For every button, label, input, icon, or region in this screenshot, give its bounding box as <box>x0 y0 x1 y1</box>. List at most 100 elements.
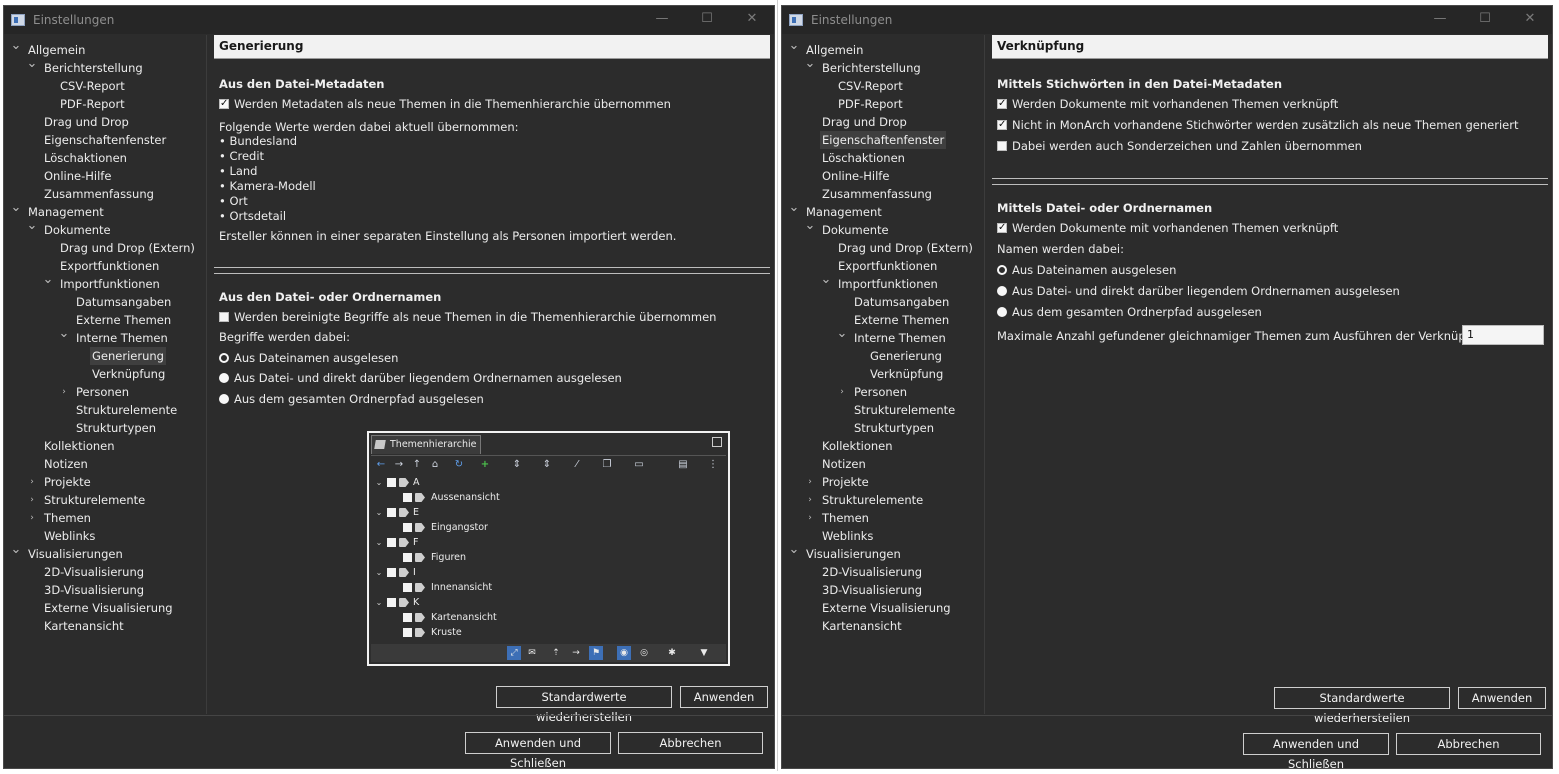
tree-group[interactable]: ⌄ A <box>375 475 575 490</box>
chevron-down-icon[interactable]: ⌄ <box>788 543 800 563</box>
tree-item[interactable]: Drag und Drop (Extern) <box>836 239 975 257</box>
tree-item[interactable]: Personen <box>852 383 909 401</box>
chevron-down-icon[interactable]: ⌄ <box>804 57 816 77</box>
more-icon[interactable]: ⋮ <box>707 458 719 471</box>
cancel-button[interactable]: Abbrechen <box>1396 733 1541 755</box>
tree-item[interactable]: Strukturtypen <box>852 419 936 437</box>
tree-item[interactable]: Personen <box>74 383 131 401</box>
chevron-right-icon[interactable]: › <box>26 491 38 509</box>
filter-mail-icon[interactable]: ✉ <box>525 646 539 660</box>
tree-item[interactable]: Weblinks <box>820 527 875 545</box>
chevron-right-icon[interactable]: › <box>58 383 70 401</box>
metadata-themes-checkbox[interactable]: ✓ <box>219 99 229 109</box>
tree-item[interactable]: Strukturelemente <box>42 491 147 509</box>
tree-icon[interactable]: ⚑ <box>589 646 603 660</box>
pane-divider[interactable] <box>206 35 207 714</box>
minimize-icon[interactable]: — <box>652 11 672 26</box>
chevron-down-icon[interactable]: ⌄ <box>10 543 22 563</box>
tree-item[interactable]: Online-Hilfe <box>42 167 113 185</box>
chevron-down-icon[interactable]: ⌄ <box>788 39 800 59</box>
tree-item[interactable]: 2D-Visualisierung <box>42 563 146 581</box>
checkbox[interactable] <box>403 628 412 637</box>
radio-dateinamen[interactable] <box>219 353 229 363</box>
chevron-down-icon[interactable]: ⌄ <box>10 201 22 221</box>
tree-item[interactable]: Berichterstellung <box>820 59 923 77</box>
close-icon[interactable]: ✕ <box>1520 11 1540 26</box>
tree-item[interactable]: Berichterstellung <box>42 59 145 77</box>
apply-button[interactable]: Anwenden <box>680 686 768 708</box>
tree-item[interactable]: Datumsangaben <box>74 293 173 311</box>
tree-item[interactable]: Projekte <box>820 473 871 491</box>
chevron-down-icon[interactable]: ⌄ <box>58 327 70 347</box>
tree-item[interactable]: Notizen <box>42 455 90 473</box>
checkbox[interactable] <box>387 598 396 607</box>
maximize-icon[interactable]: ☐ <box>1475 11 1495 26</box>
checkbox[interactable] <box>387 478 396 487</box>
chevron-right-icon[interactable]: › <box>804 473 816 491</box>
tree-item[interactable]: Exportfunktionen <box>58 257 161 275</box>
checkbox[interactable] <box>403 613 412 622</box>
link-documents-checkbox[interactable]: ✓ <box>997 99 1007 109</box>
tree-item[interactable]: Interne Themen <box>74 329 170 347</box>
tree-item[interactable]: Management <box>804 203 884 221</box>
apply-button[interactable]: Anwenden <box>1458 687 1546 709</box>
max-count-input[interactable]: 1 <box>1462 325 1544 345</box>
checkbox[interactable] <box>403 493 412 502</box>
checkbox[interactable] <box>403 553 412 562</box>
tree-item[interactable]: Eigenschaftenfenster <box>42 131 168 149</box>
tree-item[interactable]: Drag und Drop (Extern) <box>58 239 197 257</box>
move-icon[interactable]: ⇕ <box>511 458 523 471</box>
tree-item[interactable]: Kartenansicht <box>42 617 126 635</box>
tree-item[interactable]: Externe Visualisierung <box>820 599 953 617</box>
merge-alt-icon[interactable]: ◎ <box>637 646 651 660</box>
names-themes-checkbox[interactable] <box>219 312 229 322</box>
link-documents-names-checkbox[interactable]: ✓ <box>997 223 1007 233</box>
chevron-down-icon[interactable]: ⌄ <box>836 327 848 347</box>
chevron-down-icon[interactable]: ⌄ <box>10 39 22 59</box>
minimize-icon[interactable]: — <box>1430 11 1450 26</box>
tree-group[interactable]: ⌄ K <box>375 595 575 610</box>
chevron-down-icon[interactable]: ⌄ <box>375 505 383 520</box>
tree-item[interactable]: Interne Themen <box>852 329 948 347</box>
up-arrow-icon[interactable]: ↑ <box>411 458 423 471</box>
tree-item[interactable]: Datumsangaben <box>852 293 951 311</box>
radio-ordnerpfad[interactable] <box>219 394 229 404</box>
tree-item[interactable]: PDF-Report <box>58 95 127 113</box>
funnel-icon[interactable]: ▼ <box>697 646 711 660</box>
tree-item[interactable]: Themen <box>42 509 93 527</box>
generate-themes-checkbox[interactable]: ✓ <box>997 120 1007 130</box>
tree-group[interactable]: ⌄ I <box>375 565 575 580</box>
apply-close-button[interactable]: Anwenden und Schließen <box>465 732 611 770</box>
tree-item[interactable]: Generierung <box>868 347 944 365</box>
copy-icon[interactable]: ❐ <box>601 458 613 471</box>
edit-icon[interactable]: ⁄ <box>571 458 583 471</box>
tree-item[interactable]: PDF-Report <box>836 95 905 113</box>
settings-icon[interactable]: ✱ <box>665 646 679 660</box>
tree-item[interactable]: Eingangstor <box>375 520 575 535</box>
merge-icon[interactable]: ◉ <box>617 646 631 660</box>
tree-item[interactable]: Visualisierungen <box>804 545 903 563</box>
tree-item[interactable]: Strukturelemente <box>852 401 957 419</box>
tree-item[interactable]: 2D-Visualisierung <box>820 563 924 581</box>
chevron-down-icon[interactable]: ⌄ <box>375 565 383 580</box>
checkbox[interactable] <box>403 523 412 532</box>
pane-divider[interactable] <box>984 35 985 714</box>
restore-defaults-button[interactable]: Standardwerte wiederherstellen <box>1274 687 1450 725</box>
chevron-down-icon[interactable]: ⌄ <box>26 219 38 239</box>
radio-datei-ordner[interactable] <box>219 373 229 383</box>
tree-item[interactable]: CSV-Report <box>58 77 127 95</box>
tree-item[interactable]: Exportfunktionen <box>836 257 939 275</box>
chevron-right-icon[interactable]: › <box>804 491 816 509</box>
tree-item[interactable]: Strukturelemente <box>820 491 925 509</box>
tree-item[interactable]: Importfunktionen <box>58 275 162 293</box>
tree-item[interactable]: Generierung <box>90 347 166 365</box>
tree-group[interactable]: ⌄ F <box>375 535 575 550</box>
tree-item[interactable]: Kartenansicht <box>820 617 904 635</box>
radio-dateinamen[interactable] <box>997 265 1007 275</box>
apply-close-button[interactable]: Anwenden und Schließen <box>1243 733 1389 771</box>
chevron-down-icon[interactable]: ⌄ <box>375 595 383 610</box>
checkbox[interactable] <box>387 568 396 577</box>
chevron-right-icon[interactable]: › <box>804 509 816 527</box>
chevron-down-icon[interactable]: ⌄ <box>375 535 383 550</box>
special-chars-checkbox[interactable] <box>997 141 1007 151</box>
